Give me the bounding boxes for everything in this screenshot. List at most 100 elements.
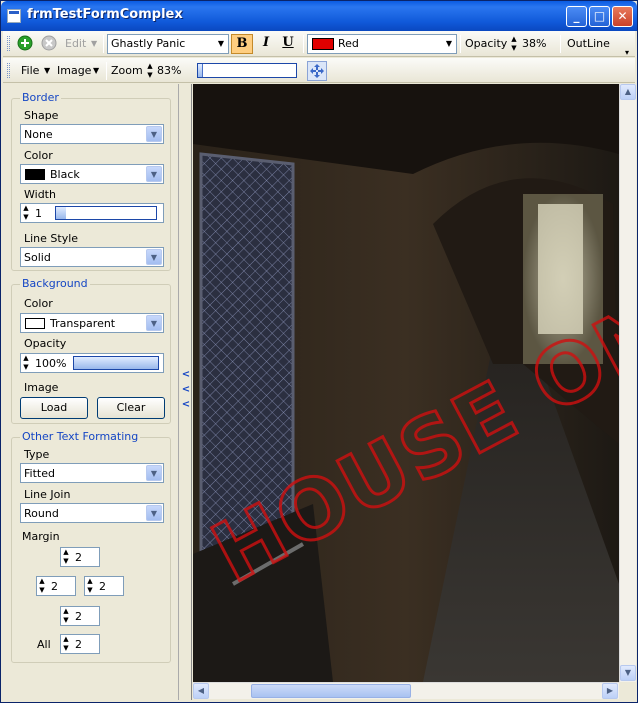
font-value: Ghastly Panic [111,37,186,50]
margin-left-value: 2 [51,580,58,593]
border-color-combo[interactable]: Black ▼ [20,164,164,184]
line-join-value: Round [24,507,59,520]
scroll-up-button[interactable]: ▲ [620,84,636,100]
group-title: Background [20,277,90,290]
opacity-spin-down[interactable]: ▼ [509,44,519,52]
add-icon[interactable] [17,35,35,53]
line-join-combo[interactable]: Round ▼ [20,503,164,523]
border-color-value: Black [50,168,80,181]
bg-opacity-stepper[interactable]: ▲ ▼ 100% [20,353,164,373]
opacity-spin-up[interactable]: ▲ [509,35,519,43]
width-stepper[interactable]: ▲ ▼ 1 [20,203,164,223]
separator [560,35,561,53]
stepper-arrows[interactable]: ▲ ▼ [85,577,95,595]
line-style-combo[interactable]: Solid ▼ [20,247,164,267]
chevron-down-icon[interactable]: ▼ [146,315,162,331]
type-combo[interactable]: Fitted ▼ [20,463,164,483]
font-combo[interactable]: Ghastly Panic ▼ [107,34,229,54]
scroll-right-button[interactable]: ▶ [602,683,618,699]
vertical-scrollbar[interactable]: ▲ ▼ [619,84,636,682]
horizontal-scrollbar[interactable]: ◀ ▶ [193,682,619,699]
toolbar-grip[interactable] [7,36,10,51]
margin-left-stepper[interactable]: ▲ ▼ 2 [36,576,76,596]
underline-button[interactable]: U [277,34,299,54]
size-grip[interactable] [619,682,636,699]
image-canvas[interactable]: HOUSE ON HA [193,84,619,682]
panel-splitter[interactable]: < < < [180,84,192,700]
chevron-down-icon[interactable]: ▼ [146,505,162,521]
chevron-down-icon[interactable]: ▼ [146,249,162,265]
zoom-label: Zoom [111,64,143,77]
chevron-down-icon[interactable]: ▼ [214,35,228,53]
close-button[interactable]: ✕ [612,6,633,27]
zoom-bar[interactable] [197,63,297,78]
format-toolbar: Edit ▼ Ghastly Panic ▼ B I U Red ▼ Opaci… [3,31,635,57]
line-join-label: Line Join [24,488,71,501]
margin-bottom-value: 2 [75,610,82,623]
chevron-down-icon[interactable]: ▼ [442,35,456,53]
collapse-icon[interactable]: < [181,384,191,395]
file-dropdown-icon[interactable]: ▼ [44,63,50,79]
width-bar[interactable] [55,206,157,220]
delete-icon[interactable] [41,35,59,53]
opacity-label: Opacity [465,37,508,50]
line-style-label: Line Style [24,232,79,245]
margin-right-value: 2 [99,580,106,593]
image-menu[interactable]: Image [57,63,91,79]
file-menu[interactable]: File [21,63,39,79]
zoom-value: 83% [157,64,182,77]
shape-combo[interactable]: None ▼ [20,124,164,144]
scroll-down-button[interactable]: ▼ [620,665,636,681]
margin-top-value: 2 [75,551,82,564]
color-swatch [25,318,45,329]
tunnel-photo: HOUSE ON HA [193,84,619,682]
stepper-arrows[interactable]: ▲ ▼ [61,548,71,566]
window-title: frmTestFormComplex [27,7,183,22]
italic-button[interactable]: I [255,34,277,54]
stepper-arrows[interactable]: ▲ ▼ [21,354,31,372]
outline-button[interactable]: OutLine [567,36,610,52]
properties-panel: Border Shape None ▼ Color Black ▼ Width … [3,84,179,700]
stepper-arrows[interactable]: ▲ ▼ [21,204,31,222]
group-title: Other Text Formating [20,430,141,443]
text-color-combo[interactable]: Red ▼ [307,34,457,54]
bg-color-combo[interactable]: Transparent ▼ [20,313,164,333]
image-dropdown-icon[interactable]: ▼ [93,63,99,79]
bold-button[interactable]: B [231,34,253,54]
chevron-down-icon[interactable]: ▼ [146,166,162,182]
margin-bottom-stepper[interactable]: ▲ ▼ 2 [60,606,100,626]
horizontal-scroll-thumb[interactable] [251,684,411,698]
line-style-value: Solid [24,251,51,264]
clear-button[interactable]: Clear [97,397,165,419]
toolbar-grip[interactable] [7,63,10,78]
collapse-icon[interactable]: < [181,369,191,380]
zoom-spin-down[interactable]: ▼ [145,71,155,79]
margin-all-stepper[interactable]: ▲ ▼ 2 [60,634,100,654]
other-text-group: Other Text Formating Type Fitted ▼ Line … [11,430,171,663]
minimize-button[interactable]: _ [566,6,587,27]
scroll-left-button[interactable]: ◀ [193,683,209,699]
margin-right-stepper[interactable]: ▲ ▼ 2 [84,576,124,596]
load-button[interactable]: Load [20,397,88,419]
chevron-down-icon[interactable]: ▼ [146,126,162,142]
fit-image-icon[interactable] [307,61,327,81]
stepper-arrows[interactable]: ▲ ▼ [61,607,71,625]
bg-opacity-bar[interactable] [73,356,159,370]
shape-label: Shape [24,109,59,122]
bg-opacity-label: Opacity [24,337,67,350]
zoom-bar-fill [198,64,203,77]
edit-menu[interactable]: Edit [65,36,86,52]
bg-opacity-bar-fill [74,357,158,369]
collapse-icon[interactable]: < [181,399,191,410]
margin-top-stepper[interactable]: ▲ ▼ 2 [60,547,100,567]
zoom-spin-up[interactable]: ▲ [145,62,155,70]
color-swatch [25,169,45,180]
width-value: 1 [35,207,42,220]
maximize-button[interactable]: □ [589,6,610,27]
edit-dropdown-icon[interactable]: ▼ [91,36,97,52]
bg-image-label: Image [24,381,59,394]
chevron-down-icon[interactable]: ▼ [146,465,162,481]
stepper-arrows[interactable]: ▲ ▼ [37,577,47,595]
stepper-arrows[interactable]: ▲ ▼ [61,635,71,653]
bg-color-label: Color [24,297,53,310]
